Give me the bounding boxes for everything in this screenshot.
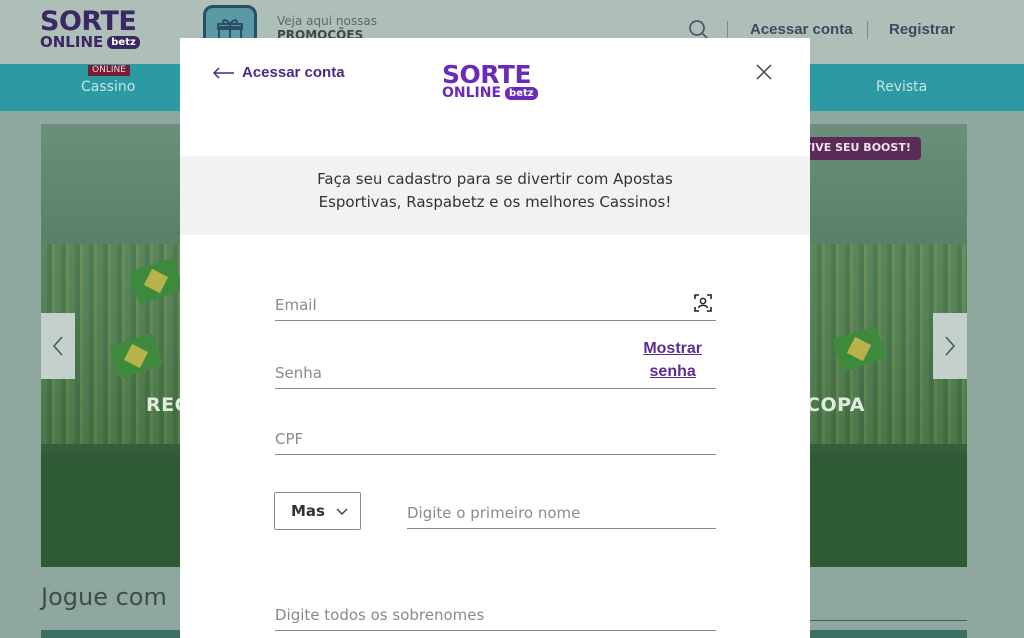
site-logo[interactable]: SORTE ONLINE betz bbox=[40, 8, 140, 50]
email-field bbox=[275, 286, 716, 321]
modal-logo: SORTE ONLINE betz bbox=[442, 62, 538, 101]
logo-online: ONLINE bbox=[40, 33, 104, 51]
face-id-icon[interactable] bbox=[694, 294, 712, 316]
carousel-next-button[interactable] bbox=[933, 313, 967, 379]
nav-online-badge: ONLINE bbox=[88, 65, 130, 76]
nav-item-revista[interactable]: Revista bbox=[876, 79, 927, 95]
signup-intro-line2: Esportivas, Raspabetz e os melhores Cass… bbox=[318, 193, 672, 211]
password-input[interactable] bbox=[275, 364, 615, 382]
show-password-button[interactable]: Mostrar senha bbox=[643, 337, 702, 383]
header-login-link[interactable]: Acessar conta bbox=[750, 21, 853, 38]
close-icon bbox=[756, 64, 772, 80]
back-to-login-label: Acessar conta bbox=[242, 64, 345, 81]
header-divider bbox=[727, 21, 728, 39]
banner-text-right: COPA bbox=[806, 394, 865, 416]
arrow-left-icon bbox=[213, 66, 234, 79]
logo-badge: betz bbox=[107, 35, 140, 49]
gender-select-value: Mas bbox=[291, 502, 325, 520]
gender-select[interactable]: Mas bbox=[274, 492, 361, 530]
section-title: Jogue com bbox=[41, 583, 167, 611]
cpf-input[interactable] bbox=[275, 430, 716, 448]
email-input[interactable] bbox=[275, 296, 716, 314]
logo-word: SORTE bbox=[40, 6, 137, 37]
logo-badge: betz bbox=[505, 87, 538, 100]
header-divider bbox=[867, 21, 868, 39]
signup-intro-line1: Faça seu cadastro para se divertir com A… bbox=[317, 170, 673, 188]
chevron-down-icon bbox=[336, 507, 348, 515]
show-password-line1: Mostrar bbox=[643, 340, 702, 357]
promo-line1: Veja aqui nossas bbox=[277, 14, 377, 28]
last-name-field bbox=[275, 595, 716, 631]
show-password-line2: senha bbox=[649, 363, 696, 380]
first-name-input[interactable] bbox=[407, 504, 716, 522]
chevron-left-icon bbox=[52, 336, 63, 356]
chevron-right-icon bbox=[945, 336, 956, 356]
nav-item-cassino[interactable]: Cassino bbox=[81, 79, 135, 95]
close-button[interactable] bbox=[754, 62, 774, 82]
register-modal: Acessar conta SORTE ONLINE betz Faça seu… bbox=[180, 38, 810, 638]
back-to-login-button[interactable]: Acessar conta bbox=[213, 64, 345, 81]
first-name-field bbox=[407, 493, 716, 529]
last-name-input[interactable] bbox=[275, 606, 716, 624]
password-field: Mostrar senha bbox=[275, 338, 716, 389]
logo-online: ONLINE bbox=[442, 85, 502, 101]
game-card[interactable] bbox=[810, 630, 967, 638]
section-divider bbox=[810, 620, 967, 621]
signup-intro: Faça seu cadastro para se divertir com A… bbox=[180, 156, 810, 235]
carousel-prev-button[interactable] bbox=[41, 313, 75, 379]
game-card[interactable] bbox=[41, 630, 181, 638]
cpf-field bbox=[275, 420, 716, 455]
header-register-link[interactable]: Registrar bbox=[889, 21, 955, 38]
